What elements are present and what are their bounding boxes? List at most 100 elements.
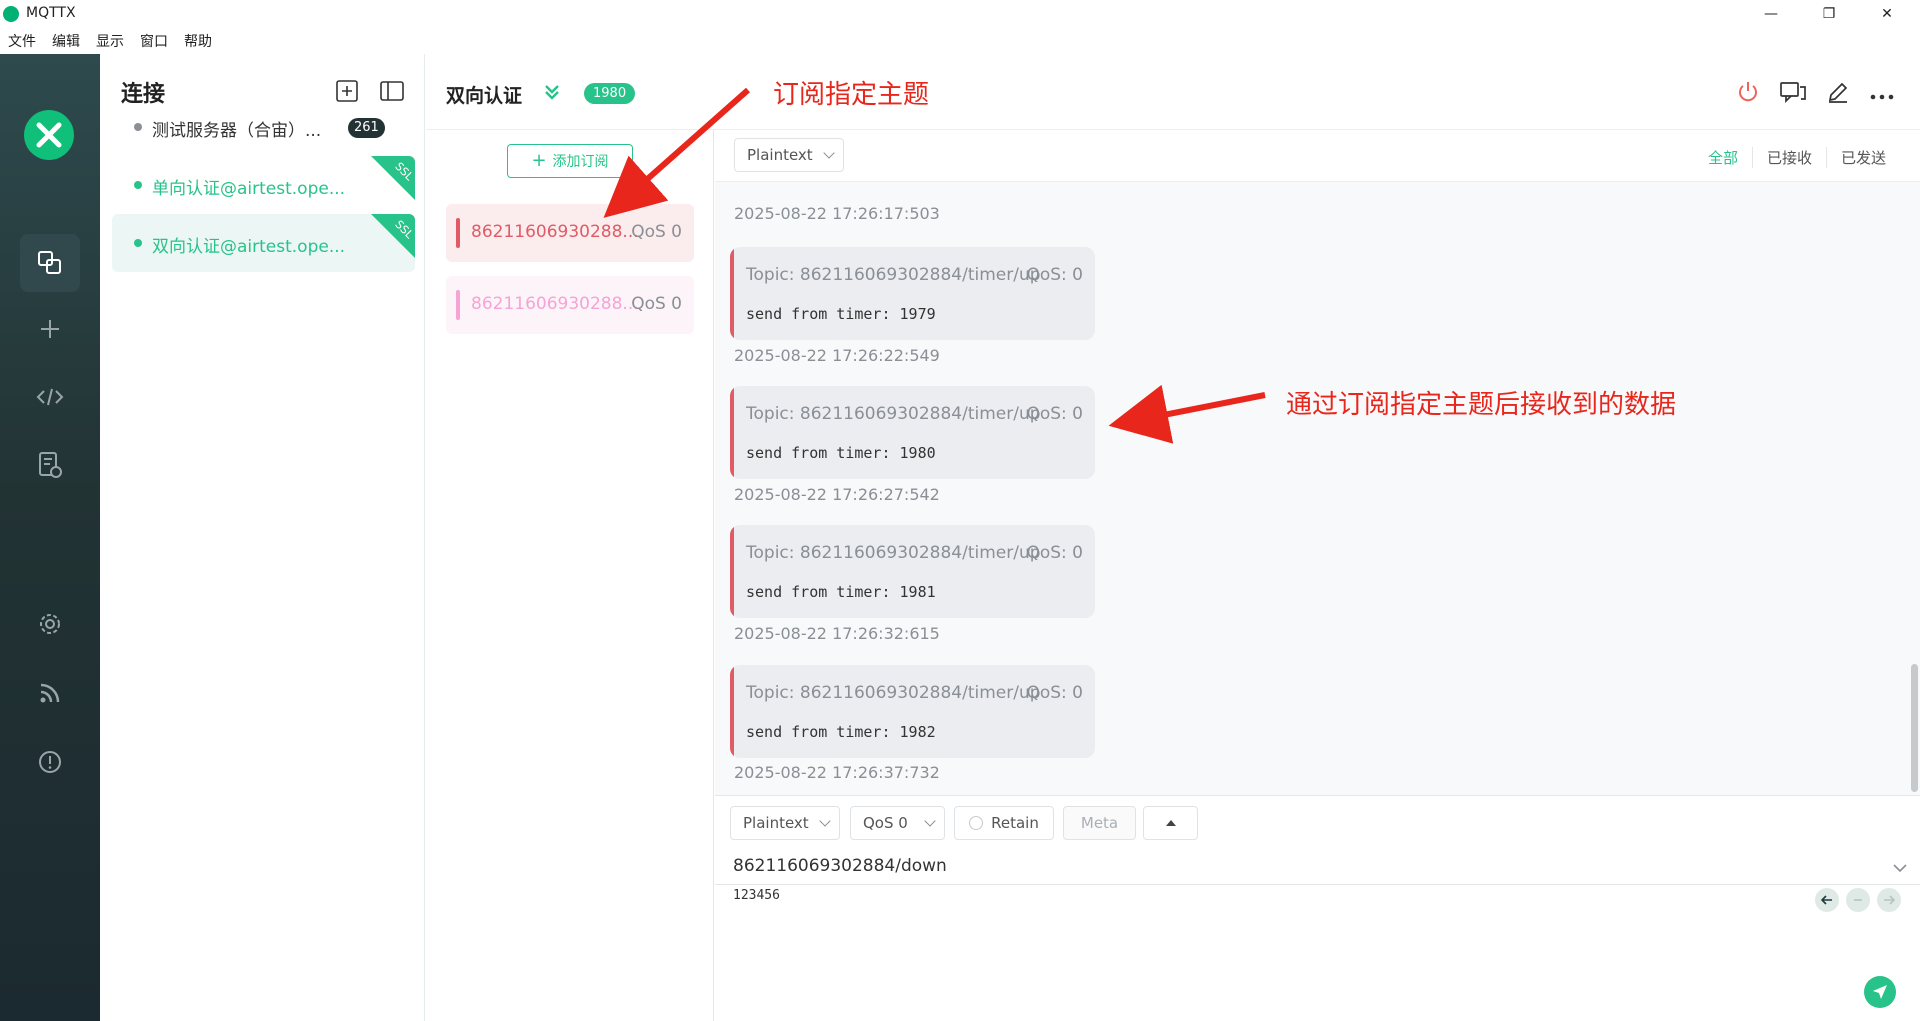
- nav-new-connection[interactable]: [20, 300, 80, 358]
- connection-item[interactable]: 测试服务器（合宙）... 261: [112, 98, 415, 156]
- radio-icon: [969, 816, 984, 830]
- minimize-button[interactable]: —: [1748, 2, 1794, 26]
- close-button[interactable]: ✕: [1864, 2, 1910, 26]
- retain-toggle[interactable]: Retain: [954, 806, 1054, 840]
- disconnect-button[interactable]: [1736, 80, 1760, 108]
- subscriptions-panel: + 添加订阅 86211606930288... QoS 0 862116069…: [426, 130, 714, 1021]
- subscription-topic: 86211606930288...: [471, 222, 639, 242]
- info-icon: [39, 751, 61, 773]
- message-time: 2025-08-22 17:26:22:549: [734, 346, 940, 365]
- message-topic: Topic: 862116069302884/timer/up: [746, 683, 1041, 703]
- subscription-qos: QoS 0: [631, 222, 682, 242]
- status-dot: [134, 123, 142, 131]
- add-subscription-button[interactable]: + 添加订阅: [507, 144, 633, 178]
- minus-icon: [1854, 899, 1862, 901]
- plus-icon: [41, 320, 59, 338]
- payload-editor[interactable]: 123456: [733, 888, 780, 903]
- message-toolbar: Plaintext 全部 已接收 已发送: [715, 130, 1920, 182]
- settings-icon: [40, 614, 60, 634]
- nav-feed[interactable]: [20, 664, 80, 722]
- chat-button[interactable]: [1780, 80, 1806, 108]
- topic-history-dropdown[interactable]: [1893, 858, 1907, 877]
- message-payload: send from timer: 1982: [746, 723, 936, 741]
- message-time: 2025-08-22 17:26:37:732: [734, 763, 940, 782]
- sidebar-rail: [0, 54, 100, 1021]
- menu-help[interactable]: 帮助: [184, 31, 212, 51]
- nav-script[interactable]: [20, 368, 80, 426]
- message-color-bar: [730, 525, 734, 618]
- menu-window[interactable]: 窗口: [140, 31, 168, 51]
- menu-edit[interactable]: 编辑: [52, 31, 80, 51]
- payload-format-value: Plaintext: [747, 146, 813, 164]
- qos-select[interactable]: QoS 0: [850, 806, 945, 840]
- composer-format-select[interactable]: Plaintext: [730, 806, 840, 840]
- menu-bar: 文件 编辑 显示 窗口 帮助: [0, 28, 1920, 54]
- connection-title: 双向认证: [446, 85, 523, 107]
- history-next-button[interactable]: [1877, 888, 1901, 912]
- publish-topic-input[interactable]: 862116069302884/down: [733, 856, 947, 876]
- message-count-badge: 1980: [584, 83, 636, 104]
- connection-header: 双向认证 1980: [426, 54, 1920, 130]
- expand-button[interactable]: [1143, 806, 1198, 840]
- message-bubble: Topic: 862116069302884/timer/up QoS: 0 s…: [730, 665, 1095, 758]
- nav-settings[interactable]: [20, 595, 80, 653]
- caret-up-icon: [1165, 820, 1176, 826]
- message-bubble: Topic: 862116069302884/timer/up QoS: 0 s…: [730, 386, 1095, 479]
- send-icon: [1873, 985, 1887, 999]
- filter-sent[interactable]: 已发送: [1825, 147, 1900, 168]
- subscription-item[interactable]: 86211606930288... QoS 0: [446, 204, 694, 262]
- mqttx-logo: [24, 110, 74, 160]
- code-icon: [36, 388, 64, 406]
- message-list[interactable]: 2025-08-22 17:26:17:503 Topic: 862116069…: [715, 182, 1920, 795]
- more-icon: [1870, 94, 1894, 100]
- nav-about[interactable]: [20, 733, 80, 791]
- chevron-down-icon: [1893, 864, 1907, 873]
- subscription-item[interactable]: 86211606930288... QoS 0: [446, 276, 694, 334]
- connection-name: 双向认证@airtest.ope...: [152, 237, 346, 257]
- add-subscription-label: 添加订阅: [552, 154, 609, 170]
- message-topic: Topic: 862116069302884/timer/up: [746, 543, 1041, 563]
- edit-icon: [1828, 82, 1848, 103]
- retain-label: Retain: [991, 814, 1039, 832]
- message-color-bar: [730, 386, 734, 479]
- connections-icon: [38, 251, 61, 274]
- feed-icon: [40, 683, 60, 703]
- message-qos: QoS: 0: [1026, 404, 1083, 424]
- history-clear-button[interactable]: [1846, 888, 1870, 912]
- nav-log[interactable]: [20, 436, 80, 494]
- plus-icon: +: [531, 150, 547, 171]
- power-icon: [1739, 82, 1757, 102]
- collapse-button[interactable]: [542, 82, 562, 106]
- annotation-subscribe-text: 订阅指定主题: [773, 80, 930, 110]
- filter-all[interactable]: 全部: [1694, 147, 1752, 168]
- scrollbar-thumb[interactable]: [1911, 664, 1918, 792]
- title-bar: MQTTX — ❐ ✕: [0, 0, 1920, 28]
- message-qos: QoS: 0: [1026, 543, 1083, 563]
- filter-received[interactable]: 已接收: [1751, 147, 1826, 168]
- connection-item[interactable]: 单向认证@airtest.ope... SSL: [112, 156, 415, 214]
- payload-format-select[interactable]: Plaintext: [734, 138, 844, 172]
- qos-value: QoS 0: [863, 814, 908, 832]
- chevron-down-icon: [819, 815, 831, 827]
- more-button[interactable]: [1870, 86, 1894, 105]
- menu-file[interactable]: 文件: [8, 31, 36, 51]
- meta-button[interactable]: Meta: [1063, 806, 1136, 840]
- menu-view[interactable]: 显示: [96, 31, 124, 51]
- message-time: 2025-08-22 17:26:17:503: [734, 204, 940, 223]
- message-qos: QoS: 0: [1026, 683, 1083, 703]
- history-prev-button[interactable]: [1815, 888, 1839, 912]
- message-color-bar: [730, 247, 734, 340]
- connection-item[interactable]: 双向认证@airtest.ope... SSL: [112, 214, 415, 272]
- message-topic: Topic: 862116069302884/timer/up: [746, 404, 1041, 424]
- nav-connections[interactable]: [20, 234, 80, 292]
- edit-button[interactable]: [1826, 80, 1850, 108]
- send-button[interactable]: [1864, 976, 1896, 1008]
- chevron-down-icon: [823, 147, 835, 159]
- subscription-color-bar: [456, 290, 460, 320]
- message-qos: QoS: 0: [1026, 265, 1083, 285]
- subscription-topic: 86211606930288...: [471, 294, 639, 314]
- connection-name: 测试服务器（合宙）...: [152, 121, 322, 141]
- maximize-button[interactable]: ❐: [1806, 2, 1852, 26]
- arrow-left-icon: [1821, 895, 1832, 905]
- composer-format-value: Plaintext: [743, 814, 809, 832]
